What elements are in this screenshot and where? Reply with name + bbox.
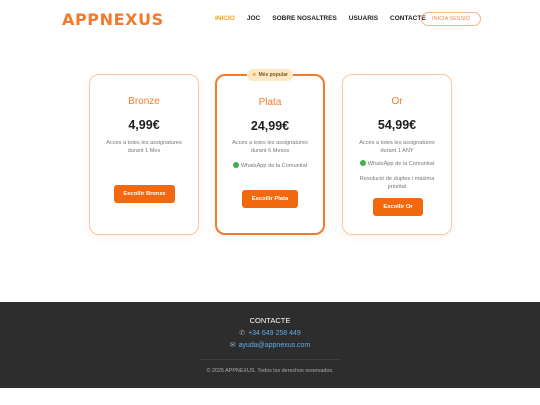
site-footer: CONTACTE ✆ +34 649 258 449 ✉ ayuda@appnexu…: [0, 302, 540, 388]
login-button[interactable]: INICIA SESSIÓ: [421, 12, 481, 26]
footer-email: ✉ ayuda@appnexus.com: [0, 341, 540, 349]
plan-price: 54,99€: [377, 118, 417, 132]
plan-card-or: Or 54,99€ Acces a totes les assignatures…: [342, 74, 452, 235]
email-icon: ✉: [229, 342, 236, 349]
plan-priority-feature: Resolució de duptes i maxima prioritat: [359, 176, 435, 190]
plan-whatsapp-feature: WhatsApp de la Comunitat: [351, 160, 443, 168]
plan-name: Plata: [258, 97, 282, 108]
footer-divider: [200, 359, 340, 360]
main-nav: INICIO JOC SOBRE NOSALTRES USUARIS CONTA…: [215, 15, 438, 22]
plan-card-plata: ★ Més popular Plata 24,99€ Acces a totes…: [215, 69, 325, 235]
popular-badge: ★ Més popular: [247, 69, 293, 81]
choose-bronze-button[interactable]: Escollir Bronze: [114, 185, 175, 203]
plan-whatsapp-feature: WhatsApp de la Comunitat: [225, 162, 315, 170]
phone-link[interactable]: +34 649 258 449: [248, 330, 301, 337]
plan-name: Bronze: [128, 96, 160, 107]
nav-item-inicio[interactable]: INICIO: [215, 15, 235, 22]
choose-or-button[interactable]: Escollir Or: [373, 198, 423, 216]
plan-access-feature: Acces a totes les assignatures durant 6 …: [232, 140, 308, 154]
logo[interactable]: APPNEXUS: [62, 10, 164, 29]
plan-name: Or: [391, 96, 403, 107]
nav-item-usuaris[interactable]: USUARIS: [349, 15, 378, 22]
plan-access-feature: Acces a totes les assignatures durant 1 …: [106, 140, 182, 154]
email-link[interactable]: ayuda@appnexus.com: [239, 342, 311, 349]
plan-access-feature: Acces a totes les assignatures durant 1 …: [359, 140, 435, 154]
plan-card-bronze: Bronze 4,99€ Acces a totes les assignatu…: [89, 74, 199, 235]
green-dot-icon: [359, 160, 366, 166]
star-icon: ★: [252, 72, 257, 78]
nav-item-sobre-nosaltres[interactable]: SOBRE NOSALTRES: [272, 15, 337, 22]
choose-plata-button[interactable]: Escollir Plata: [242, 190, 298, 208]
whatsapp-label: WhatsApp de la Comunitat: [240, 163, 308, 169]
plan-price: 4,99€: [128, 118, 160, 132]
whatsapp-label: WhatsApp de la Comunitat: [367, 161, 435, 167]
popular-badge-label: Més popular: [258, 72, 288, 78]
green-dot-icon: [232, 162, 239, 168]
nav-item-joc[interactable]: JOC: [247, 15, 260, 22]
phone-icon: ✆: [239, 330, 246, 337]
plan-price: 24,99€: [250, 119, 290, 133]
site-header: APPNEXUS INICIO JOC SOBRE NOSALTRES USUA…: [0, 0, 540, 38]
footer-phone: ✆ +34 649 258 449: [0, 329, 540, 337]
footer-title: CONTACTE: [249, 316, 291, 325]
copyright: © 2025 APPNEXUS. Todos los derechos rese…: [206, 368, 334, 374]
